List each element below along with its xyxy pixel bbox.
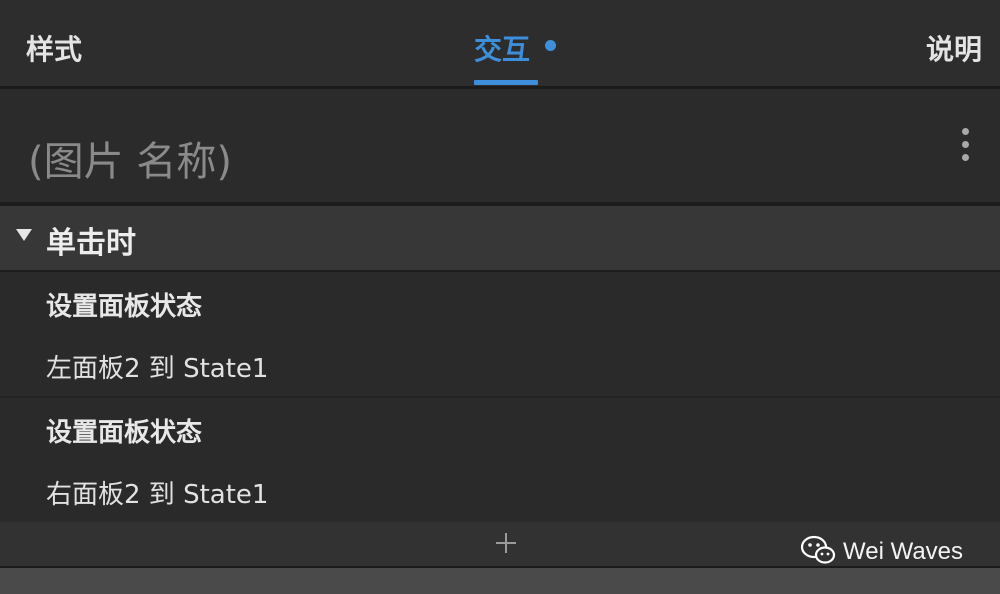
- element-name-field[interactable]: (图片 名称): [28, 129, 232, 187]
- watermark-text: Wei Waves: [843, 538, 964, 565]
- action-item[interactable]: 设置面板状态 右面板2 到 State1: [0, 398, 1000, 522]
- bottom-strip: [0, 566, 1000, 594]
- action-detail: 右面板2 到 State1: [46, 480, 269, 510]
- plus-icon[interactable]: [496, 533, 516, 553]
- active-tab-indicator: [474, 80, 538, 85]
- caret-down-icon[interactable]: [16, 229, 32, 241]
- action-title: 设置面板状态: [46, 418, 203, 448]
- tab-notes[interactable]: 说明: [926, 28, 982, 68]
- tab-interaction[interactable]: 交互: [474, 28, 530, 68]
- action-item[interactable]: 设置面板状态 左面板2 到 State1: [0, 272, 1000, 396]
- action-detail: 左面板2 到 State1: [46, 354, 269, 384]
- more-options-icon[interactable]: [958, 128, 974, 164]
- modified-dot-icon: [545, 40, 556, 51]
- tab-bar: 样式 交互 说明: [0, 0, 1000, 86]
- tab-style[interactable]: 样式: [26, 28, 82, 68]
- element-name-area: (图片 名称): [0, 89, 1000, 202]
- event-label: 单击时: [46, 226, 136, 261]
- event-header-onclick[interactable]: 单击时: [0, 206, 1000, 270]
- interaction-panel: 样式 交互 说明 (图片 名称) 单击时 设置面板状态 左面板2 到 State…: [0, 0, 1000, 594]
- wechat-icon: [800, 535, 836, 564]
- action-title: 设置面板状态: [46, 292, 203, 322]
